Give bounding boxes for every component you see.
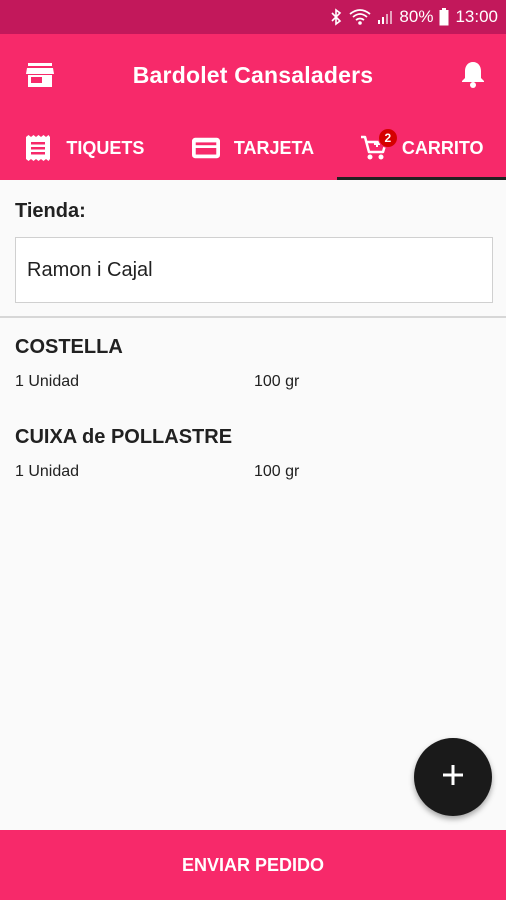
tab-tarjeta[interactable]: TARJETA [169,116,338,180]
cart-icon: 2 [360,128,398,162]
list-item[interactable]: COSTELLA 1 Unidad 100 gr [15,336,495,391]
tab-tiquets[interactable]: TIQUETS [0,116,169,180]
app-bar: Bardolet Cansaladers [0,34,506,116]
wifi-icon [349,8,371,26]
battery-icon [439,8,449,26]
tab-tiquets-label: TIQUETS [66,137,145,158]
item-name: CUIXA de POLLASTRE [15,426,233,448]
receipt-icon [24,134,52,162]
item-quantity: 1 Unidad [15,373,80,390]
tab-carrito-label: CARRITO [401,137,484,158]
store-label: Tienda: [15,200,86,222]
plus-icon [442,764,464,791]
cart-badge: 2 [377,128,398,148]
item-name: COSTELLA [15,336,123,358]
item-weight: 100 gr [254,373,300,390]
add-item-button[interactable] [414,738,492,816]
item-weight: 100 gr [254,463,300,480]
send-order-label: ENVIAR PEDIDO [181,854,325,875]
signal-icon [377,9,393,25]
send-order-button[interactable]: ENVIAR PEDIDO [0,830,506,900]
divider [0,316,506,318]
status-bar: 80% 13:00 [0,0,506,34]
credit-card-icon [191,134,220,162]
item-quantity: 1 Unidad [15,463,80,480]
list-item[interactable]: CUIXA de POLLASTRE 1 Unidad 100 gr [15,426,495,481]
tab-carrito[interactable]: 2 CARRITO [337,116,506,180]
clock: 13:00 [455,7,498,26]
store-field[interactable]: Ramon i Cajal [15,237,493,303]
tab-bar: TIQUETS TARJETA 2 CARRITO [0,116,506,180]
battery-percent: 80% [399,7,434,26]
tab-tarjeta-label: TARJETA [233,137,315,158]
bell-icon[interactable] [460,60,486,88]
bluetooth-icon [329,8,343,26]
app-title: Bardolet Cansaladers [132,62,374,88]
